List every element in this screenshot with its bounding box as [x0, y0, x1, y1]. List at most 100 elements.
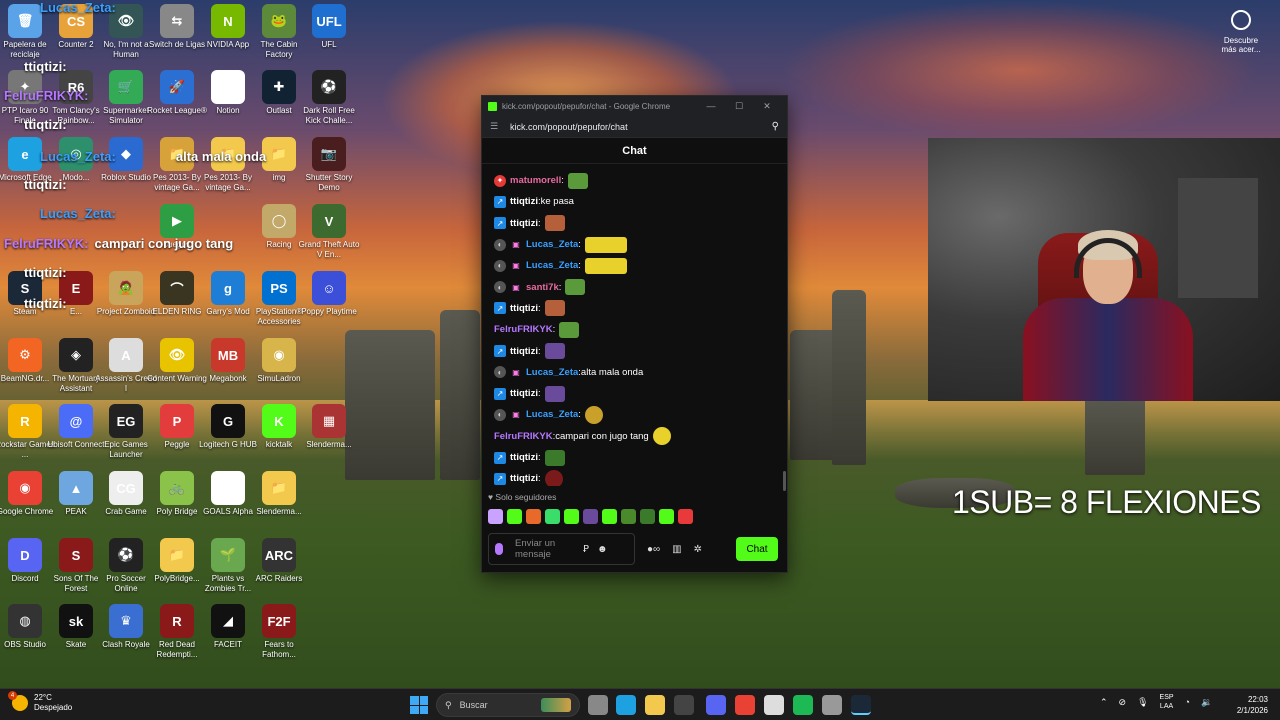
chat-username[interactable]: Lucas_Zeta: [526, 409, 578, 420]
taskbar-store-icon[interactable]: [674, 695, 694, 715]
weather-widget[interactable]: 4 22°C Despejado: [8, 691, 72, 713]
quick-emote[interactable]: [526, 509, 541, 524]
url-text[interactable]: kick.com/popout/pepufor/chat: [510, 122, 772, 132]
desktop-icon[interactable]: 📁 Slenderma...: [247, 471, 311, 517]
taskbar-chrome-icon[interactable]: [735, 695, 755, 715]
store-icon[interactable]: ▥: [672, 544, 681, 555]
taskbar-settings-icon[interactable]: [822, 695, 842, 715]
chat-emote[interactable]: [565, 279, 586, 296]
chat-message[interactable]: ↗ ttiqtizi:: [494, 340, 777, 361]
message-input[interactable]: Enviar un mensaje Ꝑ ☻: [488, 533, 635, 565]
close-button[interactable]: ✕: [753, 101, 781, 112]
chat-username[interactable]: ttiqtizi: [510, 303, 538, 314]
settings-icon[interactable]: ✲: [694, 544, 702, 555]
desktop-icon[interactable]: V Grand Theft Auto V En...: [297, 204, 361, 260]
quick-emote[interactable]: [488, 509, 503, 524]
chat-message[interactable]: ◐ ▣ santi7k:: [494, 276, 777, 297]
chat-message[interactable]: ◐ ▣ Lucas_Zeta:: [494, 404, 777, 425]
network-icon[interactable]: ⊘: [1119, 697, 1127, 708]
chat-message[interactable]: ↗ ttiqtizi:: [494, 383, 777, 404]
desktop-icon[interactable]: 📷 Shutter Story Demo: [297, 137, 361, 193]
emoji-icon[interactable]: ☻: [597, 544, 608, 555]
chat-emote[interactable]: [544, 300, 565, 317]
window-titlebar[interactable]: kick.com/popout/pepufor/chat - Google Ch…: [482, 96, 787, 116]
chat-username[interactable]: santi7k: [526, 282, 559, 293]
wifi-icon[interactable]: ◔: [1185, 697, 1190, 707]
chat-message[interactable]: ◐ ▣ Lucas_Zeta:: [494, 234, 777, 255]
minimize-button[interactable]: —: [697, 101, 725, 111]
chat-message[interactable]: FelruFRIKYK:: [494, 319, 777, 340]
quick-emote[interactable]: [621, 509, 636, 524]
chat-username[interactable]: FelruFRIKYK: [494, 324, 553, 335]
chat-messages[interactable]: ✦ matumorell: ↗ ttiqtizi: ke pasa ↗ ttiqtizi:…: [482, 166, 787, 486]
start-button[interactable]: [410, 696, 428, 714]
chat-emote[interactable]: [559, 321, 580, 338]
desktop-icon[interactable]: F2F Fears to Fathom...: [247, 604, 311, 660]
users-icon[interactable]: ●∞: [647, 544, 660, 555]
quick-emote[interactable]: [545, 509, 560, 524]
language-indicator[interactable]: ESP LAA: [1160, 693, 1174, 711]
mic-tray-icon[interactable]: 🎙: [1137, 697, 1148, 708]
chat-username[interactable]: ttiqtizi: [510, 388, 538, 399]
chat-emote[interactable]: [652, 427, 671, 446]
discover-widget[interactable]: Descubre más acer...: [1216, 10, 1266, 54]
quick-emote[interactable]: [602, 509, 617, 524]
taskbar-discord-icon[interactable]: [706, 695, 726, 715]
chat-username[interactable]: matumorell: [510, 175, 561, 186]
chat-username[interactable]: FelruFRIKYK: [494, 431, 553, 442]
taskbar-steam-icon[interactable]: [851, 695, 871, 715]
taskbar-spotify-icon[interactable]: [793, 695, 813, 715]
chat-username[interactable]: Lucas_Zeta: [526, 260, 578, 271]
quick-emote[interactable]: [659, 509, 674, 524]
address-bar[interactable]: ☰ kick.com/popout/pepufor/chat ⚲: [482, 116, 787, 138]
quick-emote[interactable]: [507, 509, 522, 524]
taskbar-github-icon[interactable]: [764, 695, 784, 715]
chat-message[interactable]: ↗ ttiqtizi:: [494, 447, 777, 468]
chat-username[interactable]: ttiqtizi: [510, 196, 538, 207]
quick-emote[interactable]: [678, 509, 693, 524]
quick-emote-bar[interactable]: [488, 509, 693, 524]
zoom-icon[interactable]: ⚲: [772, 121, 779, 132]
taskbar-task-view-icon[interactable]: [588, 695, 608, 715]
chat-username[interactable]: ttiqtizi: [510, 452, 538, 463]
chat-emote[interactable]: [584, 257, 627, 274]
quick-emote[interactable]: [640, 509, 655, 524]
chat-message[interactable]: ↗ ttiqtizi:: [494, 468, 777, 486]
chat-message[interactable]: ◐ ▣ Lucas_Zeta:: [494, 255, 777, 276]
chat-emote[interactable]: [544, 449, 565, 466]
chat-message[interactable]: ↗ ttiqtizi:: [494, 298, 777, 319]
chat-message[interactable]: ◐ ▣ Lucas_Zeta: alta mala onda: [494, 362, 777, 383]
desktop-icon[interactable]: ▦ Slenderma...: [297, 404, 361, 450]
chevron-up-icon[interactable]: ⌃: [1100, 697, 1108, 708]
taskbar-explorer-icon[interactable]: [645, 695, 665, 715]
chat-username[interactable]: ttiqtizi: [510, 473, 538, 484]
chat-send-button[interactable]: Chat: [736, 537, 778, 561]
format-icon[interactable]: Ꝑ: [583, 544, 589, 555]
quick-emote[interactable]: [583, 509, 598, 524]
chat-emote[interactable]: [544, 215, 565, 232]
desktop-icon[interactable]: UFL UFL: [297, 4, 361, 50]
mic-icon[interactable]: [495, 543, 503, 555]
desktop-icon[interactable]: ARC ARC Raiders: [247, 538, 311, 584]
chat-message[interactable]: ✦ matumorell:: [494, 170, 777, 191]
chat-username[interactable]: Lucas_Zeta: [526, 239, 578, 250]
taskbar-edge-icon[interactable]: [616, 695, 636, 715]
chat-emote[interactable]: [584, 236, 627, 253]
quick-emote[interactable]: [564, 509, 579, 524]
desktop-icon[interactable]: ⚽ Dark Roll Free Kick Challe...: [297, 70, 361, 126]
chat-message[interactable]: ↗ ttiqtizi: ke pasa: [494, 191, 777, 212]
chat-message[interactable]: ↗ ttiqtizi:: [494, 213, 777, 234]
chat-emote[interactable]: [544, 469, 563, 486]
site-info-icon[interactable]: ☰: [490, 121, 502, 132]
maximize-button[interactable]: ☐: [725, 101, 753, 112]
chat-username[interactable]: ttiqtizi: [510, 346, 538, 357]
chat-scrollbar[interactable]: [783, 471, 786, 491]
desktop-icon[interactable]: ☺ Poppy Playtime: [297, 271, 361, 317]
taskbar-search[interactable]: ⚲ Buscar: [436, 693, 580, 717]
desktop-icon[interactable]: ◉ SimuLadron: [247, 338, 311, 384]
chat-emote[interactable]: [567, 172, 588, 189]
clock[interactable]: 22:03 2/1/2026: [1228, 694, 1268, 716]
chat-emote[interactable]: [544, 385, 565, 402]
volume-icon[interactable]: 🔉: [1201, 697, 1212, 708]
chat-username[interactable]: Lucas_Zeta: [526, 367, 578, 378]
